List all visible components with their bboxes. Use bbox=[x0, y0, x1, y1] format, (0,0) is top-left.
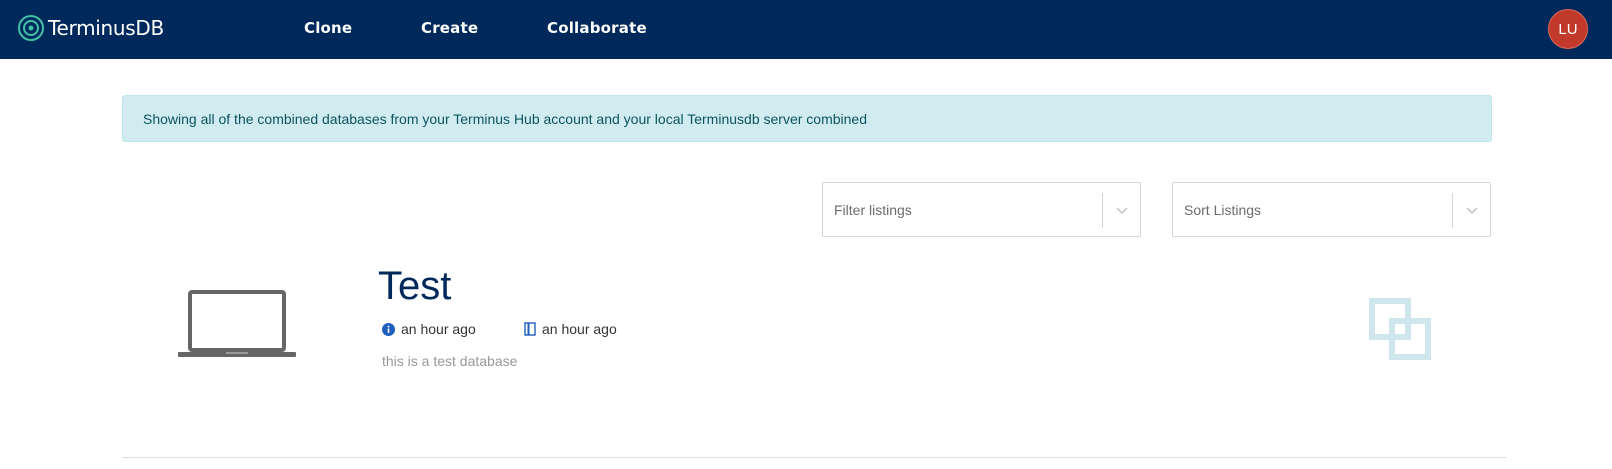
nav-collaborate[interactable]: Collaborate bbox=[547, 19, 647, 37]
brand-name: TerminusDB bbox=[48, 16, 164, 40]
clone-icon[interactable] bbox=[1369, 298, 1431, 360]
filter-listings-select[interactable]: Filter listings bbox=[822, 182, 1141, 237]
sort-listings-placeholder: Sort Listings bbox=[1184, 202, 1262, 218]
chevron-down-icon[interactable] bbox=[1463, 201, 1481, 219]
commit-book-icon bbox=[524, 322, 536, 336]
user-avatar[interactable]: LU bbox=[1548, 9, 1588, 49]
chevron-down-icon[interactable] bbox=[1113, 201, 1131, 219]
nav-create[interactable]: Create bbox=[421, 19, 478, 37]
select-separator bbox=[1452, 193, 1453, 228]
brand-logo-link[interactable]: TerminusDB bbox=[17, 13, 164, 43]
database-created-time: an hour ago bbox=[401, 321, 476, 337]
select-separator bbox=[1102, 193, 1103, 228]
info-circle-icon bbox=[382, 322, 395, 336]
info-alert: Showing all of the combined databases fr… bbox=[122, 95, 1492, 142]
database-created-meta: an hour ago bbox=[382, 321, 476, 337]
database-updated-time: an hour ago bbox=[542, 321, 617, 337]
terminusdb-logo-icon bbox=[18, 15, 44, 41]
database-title[interactable]: Test bbox=[378, 262, 451, 310]
info-alert-message: Showing all of the combined databases fr… bbox=[143, 110, 867, 127]
database-description: this is a test database bbox=[382, 353, 518, 369]
sort-listings-select[interactable]: Sort Listings bbox=[1172, 182, 1491, 237]
nav-clone[interactable]: Clone bbox=[304, 19, 352, 37]
top-navbar: TerminusDB Clone Create Collaborate LU bbox=[0, 0, 1612, 59]
list-divider bbox=[122, 457, 1506, 458]
filter-listings-placeholder: Filter listings bbox=[834, 202, 912, 218]
laptop-icon bbox=[178, 290, 296, 357]
database-updated-meta: an hour ago bbox=[524, 321, 617, 337]
